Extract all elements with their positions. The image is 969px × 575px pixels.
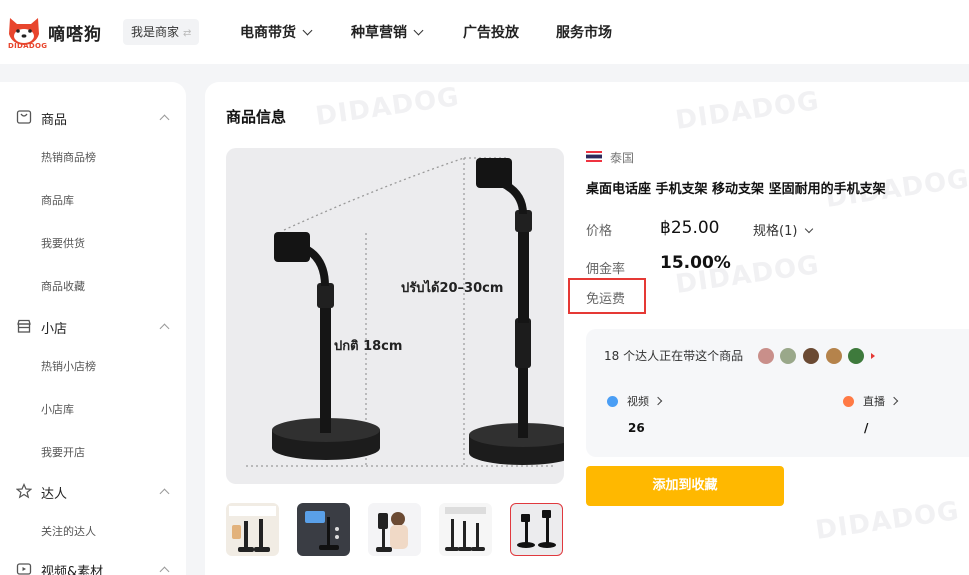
thumbnail-2[interactable] [297, 503, 350, 556]
spec-dropdown[interactable]: 规格(1) [753, 220, 814, 239]
nav-seeding-label: 种草营销 [351, 25, 407, 41]
avatar[interactable] [803, 348, 819, 364]
top-header: 嘀嗒狗 DIDADOG 我是商家 ⇄ 电商带货 种草营销 广告投放 服务市场 [0, 0, 969, 64]
product-info-card: DIDADOG DIDADOG DIDADOG DIDADOG DIDADOG … [205, 82, 969, 575]
video-stat-link[interactable]: 视频 [627, 393, 663, 409]
live-icon [843, 396, 854, 407]
brand-sub: DIDADOG [8, 42, 48, 50]
thumbnail-4[interactable] [439, 503, 492, 556]
star-icon [16, 483, 32, 499]
nav-seeding[interactable]: 种草营销 [351, 22, 424, 42]
avatar[interactable] [826, 348, 842, 364]
sidebar-item-shop-library[interactable]: 小店库 [41, 401, 74, 417]
more-arrow-icon[interactable] [871, 353, 875, 359]
shop-icon [17, 319, 31, 333]
product-icon [16, 110, 32, 124]
video-icon [16, 563, 32, 575]
chevron-down-icon [413, 25, 424, 36]
price-label: 价格 [586, 224, 613, 239]
price-value: ฿25.00 [660, 218, 720, 238]
video-stat-value: 26 [628, 421, 645, 435]
influencer-count-text: 18 个达人正在带这个商品 [604, 349, 744, 363]
chevron-right-icon [653, 396, 663, 406]
commission-value: 15.00% [660, 253, 731, 273]
chevron-up-icon[interactable] [159, 488, 170, 499]
page-title: 商品信息 [226, 108, 287, 126]
sidebar-section-label: 小店 [41, 322, 68, 337]
sidebar-section-label: 视频&素材 [41, 565, 104, 575]
nav-services-label: 服务市场 [556, 25, 612, 41]
sidebar-item-product-favorites[interactable]: 商品收藏 [41, 278, 85, 294]
swap-icon: ⇄ [183, 28, 192, 39]
thumbnail-image [445, 507, 486, 551]
image-label-normal: ปกติ 18cm [334, 339, 402, 354]
sidebar-section-label: 商品 [41, 113, 68, 128]
product-main-image[interactable]: ปกติ 18cm ปรับได้20–30cm [226, 148, 564, 484]
chevron-down-icon [805, 224, 814, 234]
live-stat-value: / [864, 421, 869, 435]
watermark: DIDADOG [813, 496, 962, 546]
nav-services[interactable]: 服务市场 [556, 22, 612, 42]
nav-ads[interactable]: 广告投放 [463, 22, 519, 42]
thailand-flag-icon [586, 151, 602, 162]
sidebar-section-label: 达人 [41, 487, 68, 502]
thumbnail-image [305, 511, 339, 550]
merchant-label: 我是商家 [131, 25, 180, 39]
chevron-right-icon [889, 396, 899, 406]
thumbnail-1[interactable] [226, 503, 279, 556]
thumbnail-image [376, 512, 408, 552]
sidebar-item-followed-influencers[interactable]: 关注的达人 [41, 523, 96, 539]
nav-ecommerce-label: 电商带货 [240, 25, 296, 41]
thumbnail-3[interactable] [368, 503, 421, 556]
avatar[interactable] [848, 348, 864, 364]
live-stat-label: 直播 [863, 395, 885, 408]
sidebar-section-product[interactable]: 商品 [0, 106, 186, 130]
avatar[interactable] [780, 348, 796, 364]
sidebar-section-video[interactable]: 视频&素材 [0, 558, 186, 575]
video-icon [607, 396, 618, 407]
thumbnail-image [229, 506, 276, 552]
thumbnail-image [517, 510, 556, 548]
image-label-adjustable: ปรับได้20–30cm [401, 279, 503, 296]
thumbnail-5-selected[interactable] [510, 503, 563, 556]
influencer-panel: 18 个达人正在带这个商品 视频 26 直播 / [586, 329, 969, 457]
nav-ecommerce[interactable]: 电商带货 [240, 22, 313, 42]
phone-stand-illustration: ปกติ 18cm ปรับได้20–30cm [246, 157, 564, 467]
watermark: DIDADOG [673, 86, 822, 136]
avatar[interactable] [758, 348, 774, 364]
sidebar-item-supply[interactable]: 我要供货 [41, 235, 85, 251]
watermark: DIDADOG [313, 82, 462, 132]
chevron-up-icon[interactable] [159, 566, 170, 575]
sidebar-item-open-shop[interactable]: 我要开店 [41, 444, 85, 460]
commission-label: 佣金率 [586, 262, 626, 277]
sidebar-item-hot-shops[interactable]: 热销小店榜 [41, 358, 96, 374]
country-label: 泰国 [610, 151, 635, 165]
video-stat-label: 视频 [627, 395, 649, 408]
product-title: 桌面电话座 手机支架 移动支架 坚固耐用的手机支架 [586, 182, 886, 197]
nav-ads-label: 广告投放 [463, 25, 519, 41]
sidebar-section-influencer[interactable]: 达人 [0, 480, 186, 504]
sidebar: 商品 热销商品榜 商品库 我要供货 商品收藏 小店 热销小店榜 小店库 我要开店… [0, 82, 186, 575]
add-to-favorites-button[interactable]: 添加到收藏 [586, 466, 784, 506]
sidebar-item-hot-products[interactable]: 热销商品榜 [41, 149, 96, 165]
live-stat-link[interactable]: 直播 [863, 393, 899, 409]
chevron-up-icon[interactable] [159, 323, 170, 334]
chevron-up-icon[interactable] [159, 114, 170, 125]
brand-name[interactable]: 嘀嗒狗 [48, 20, 102, 45]
highlight-box [568, 278, 646, 314]
sidebar-section-shop[interactable]: 小店 [0, 315, 186, 339]
chevron-down-icon [302, 25, 313, 36]
spec-label: 规格(1) [753, 224, 798, 239]
sidebar-item-product-library[interactable]: 商品库 [41, 192, 74, 208]
merchant-switch-button[interactable]: 我是商家 ⇄ [123, 19, 200, 45]
